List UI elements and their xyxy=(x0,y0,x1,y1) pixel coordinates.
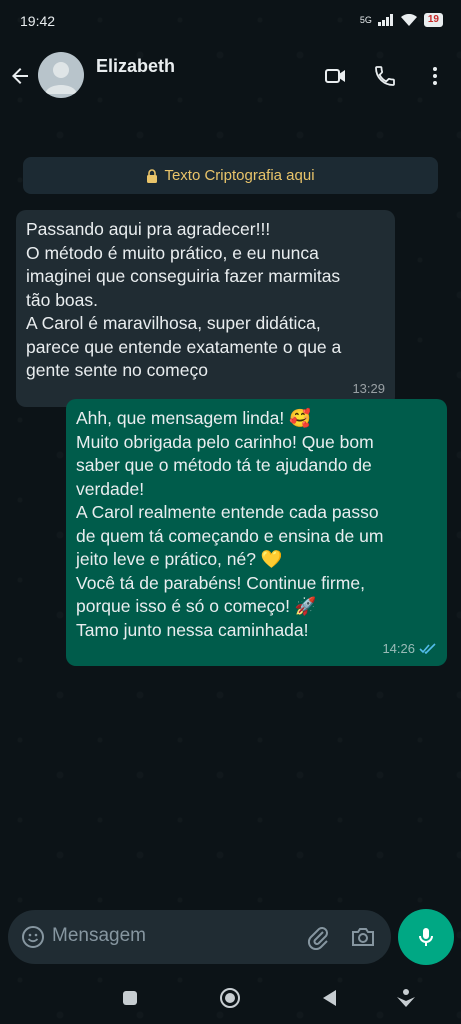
microphone-icon xyxy=(419,928,433,946)
avatar[interactable] xyxy=(38,52,84,98)
message-line: A Carol é maravilhosa, super didática, xyxy=(26,313,321,333)
status-bar: 19:42 5G 19 xyxy=(0,0,461,44)
message-input[interactable]: Mensagem xyxy=(52,925,146,947)
message-time: 14:26 xyxy=(382,640,415,656)
message-line: porque isso é só o começo! 🚀 xyxy=(76,596,317,616)
encryption-notice[interactable]: Texto Criptografia aqui xyxy=(23,157,438,194)
message-timestamp: 14:26 xyxy=(382,637,437,661)
message-line: Muito obrigada pelo carinho! Que bom xyxy=(76,431,374,452)
message-line: imaginei que conseguiria fazer marmitas xyxy=(26,266,341,286)
message-line: Passando aqui pra agradecer!!! xyxy=(26,219,271,239)
signal-icon xyxy=(377,14,393,26)
wifi-icon xyxy=(400,13,417,26)
incoming-message[interactable]: Passando aqui pra agradecer!!! O método … xyxy=(16,210,395,407)
status-icons: 5G 19 xyxy=(360,13,443,27)
message-line: de quem tá começando e ensina de um xyxy=(76,525,384,546)
home-icon[interactable] xyxy=(218,986,242,1010)
voice-call-icon[interactable] xyxy=(373,64,397,88)
lock-icon xyxy=(147,168,158,183)
back-nav-icon[interactable] xyxy=(318,986,342,1010)
message-line: Ahh, que mensagem linda! 🥰 xyxy=(76,408,311,428)
message-timestamp: 13:29 xyxy=(352,377,385,401)
outgoing-message[interactable]: Ahh, que mensagem linda! 🥰 Muito obrigad… xyxy=(66,399,447,666)
message-line: A Carol realmente entende cada passo xyxy=(76,502,379,522)
read-receipt-icon xyxy=(419,643,436,654)
recents-icon[interactable] xyxy=(118,986,142,1010)
status-time: 19:42 xyxy=(20,13,56,29)
video-call-icon[interactable] xyxy=(323,64,347,88)
emoji-icon[interactable] xyxy=(21,925,45,949)
default-avatar-icon xyxy=(45,62,77,94)
message-line: verdade! xyxy=(76,478,145,499)
camera-icon[interactable] xyxy=(350,925,376,949)
encryption-notice-text: Texto Criptografia aqui xyxy=(164,167,315,184)
mic-button[interactable] xyxy=(398,909,454,965)
system-nav-bar xyxy=(0,972,461,1024)
message-time: 13:29 xyxy=(352,381,385,396)
message-line: O método é muito prático, e eu nunca xyxy=(26,242,319,263)
message-line: gente sente no começo xyxy=(26,360,208,380)
message-line: parece que entende exatamente o que a xyxy=(26,336,342,357)
back-arrow-icon[interactable] xyxy=(8,64,32,88)
network-label: 5G xyxy=(359,15,372,25)
message-composer: Mensagem xyxy=(8,910,391,964)
assistant-icon[interactable] xyxy=(394,986,418,1010)
chat-header: Elizabeth xyxy=(0,44,461,108)
message-line: saber que o método tá te ajudando de xyxy=(76,455,372,475)
message-line: Você tá de parabéns! Continue firme, xyxy=(76,572,365,593)
message-line: jeito leve e prático, né? 💛 xyxy=(76,549,283,569)
contact-name[interactable]: Elizabeth xyxy=(96,56,175,77)
more-options-icon[interactable] xyxy=(423,64,447,88)
attach-icon[interactable] xyxy=(306,924,330,950)
message-line: tão boas. xyxy=(26,289,98,310)
battery-indicator: 19 xyxy=(423,13,443,27)
